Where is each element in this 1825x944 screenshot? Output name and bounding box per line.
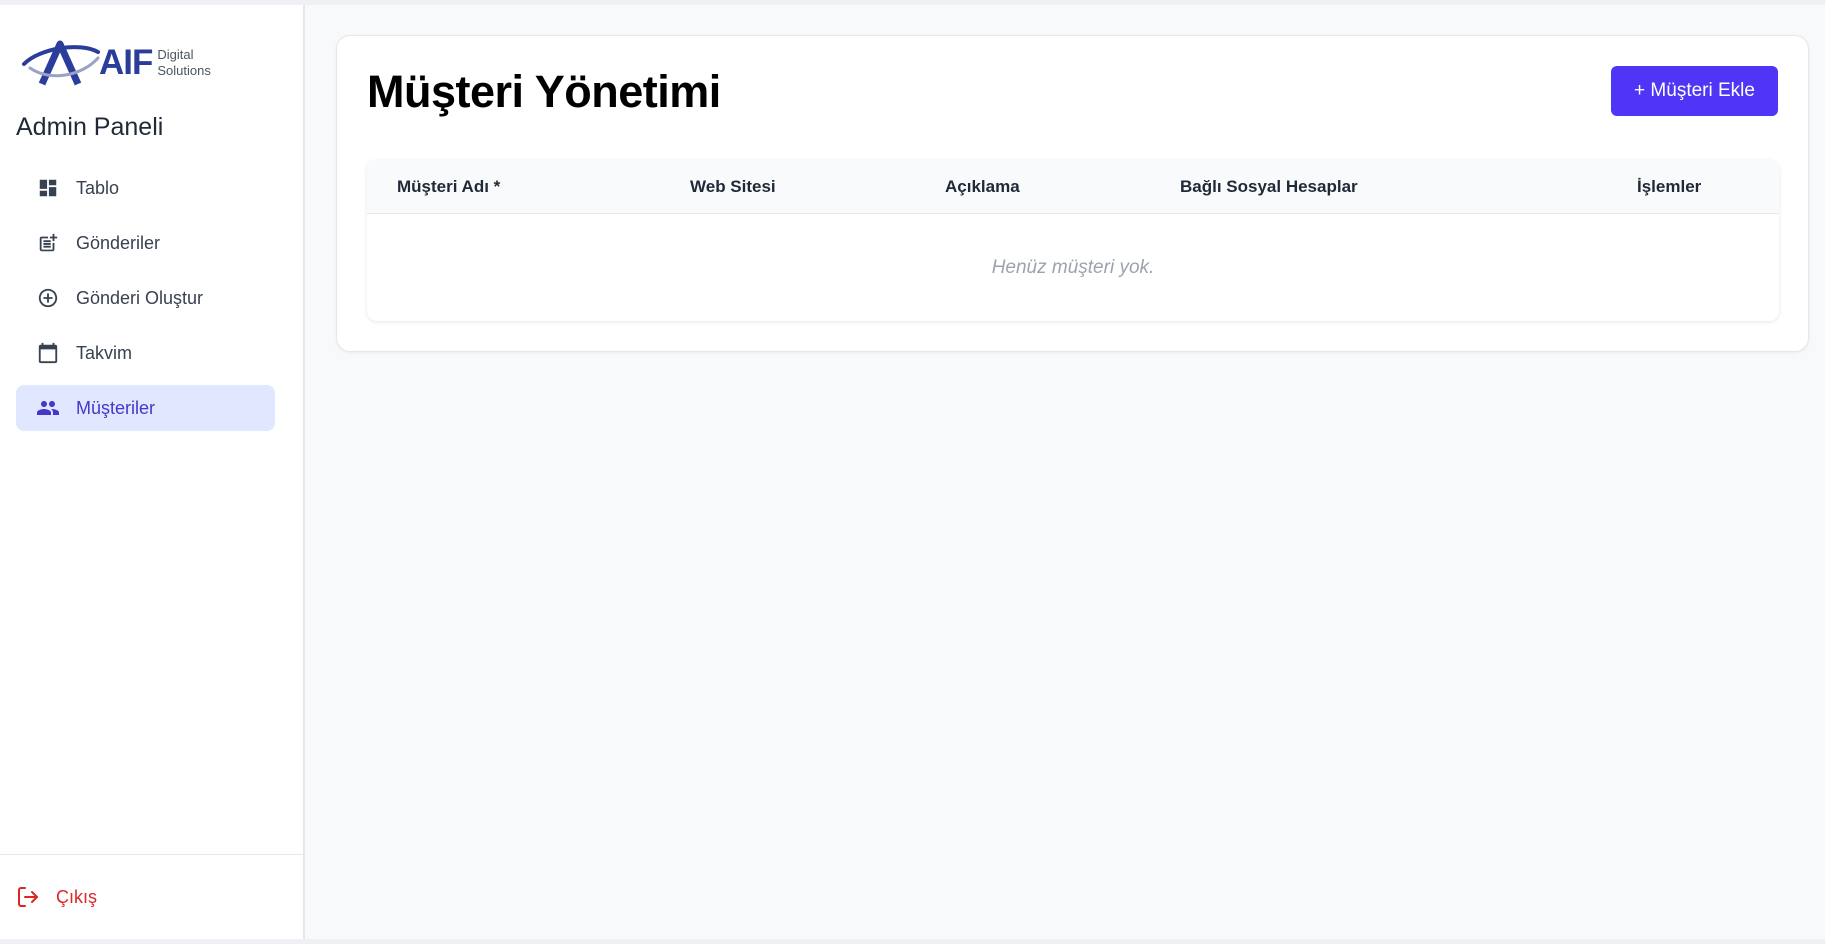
sidebar-item-gonderiler[interactable]: Gönderiler [16, 220, 275, 266]
panel-title: Admin Paneli [16, 113, 164, 141]
table-header: Müşteri Adı * Web Sitesi Açıklama Bağlı … [367, 160, 1779, 214]
sidebar: AIF Digital Solutions Admin Paneli Tablo… [0, 5, 305, 939]
app-window: AIF Digital Solutions Admin Paneli Tablo… [0, 0, 1825, 944]
column-header-actions: İşlemler [1637, 177, 1702, 196]
page-title: Müşteri Yönetimi [367, 66, 721, 117]
sidebar-nav: Tablo Gönderiler Gönderi Oluştur Takvim [16, 165, 275, 440]
sidebar-footer: Çıkış [0, 854, 303, 939]
logo-text: AIF [99, 42, 153, 82]
sidebar-item-label: Müşteriler [76, 397, 156, 418]
calendar-icon [36, 341, 60, 365]
post-add-icon [36, 231, 60, 255]
logout-label: Çıkış [56, 886, 98, 907]
logo-sub-line-2: Solutions [157, 62, 211, 78]
customers-card: Müşteri Yönetimi + Müşteri Ekle Müşteri … [336, 35, 1809, 352]
column-header-customer-name: Müşteri Adı * [397, 177, 501, 196]
sidebar-item-takvim[interactable]: Takvim [16, 330, 275, 376]
customers-table: Müşteri Adı * Web Sitesi Açıklama Bağlı … [367, 160, 1779, 321]
logout-icon [16, 885, 40, 909]
add-customer-button[interactable]: + Müşteri Ekle [1611, 66, 1778, 116]
table-empty-message: Henüz müşteri yok. [991, 256, 1155, 278]
sidebar-item-tablo[interactable]: Tablo [16, 165, 275, 211]
main-content: Müşteri Yönetimi + Müşteri Ekle Müşteri … [305, 5, 1825, 939]
column-header-social-accounts: Bağlı Sosyal Hesaplar [1180, 177, 1358, 196]
column-header-website: Web Sitesi [690, 177, 776, 196]
sidebar-item-label: Gönderi Oluştur [76, 287, 204, 308]
add-circle-icon [36, 286, 60, 310]
logout-button[interactable]: Çıkış [16, 885, 97, 909]
sidebar-item-label: Gönderiler [76, 232, 161, 253]
dashboard-icon [36, 176, 60, 200]
sidebar-item-label: Tablo [76, 177, 120, 198]
sidebar-item-musteriler[interactable]: Müşteriler [16, 385, 275, 431]
logo-mark-icon [22, 40, 100, 85]
column-header-description: Açıklama [945, 177, 1020, 196]
logo-subtitle: Digital Solutions [157, 47, 210, 79]
sidebar-item-label: Takvim [76, 342, 133, 363]
sidebar-item-gonderi-olustur[interactable]: Gönderi Oluştur [16, 275, 275, 321]
brand-logo[interactable]: AIF Digital Solutions [20, 35, 230, 90]
logo-sub-line-1: Digital [157, 46, 194, 62]
people-icon [36, 396, 60, 420]
